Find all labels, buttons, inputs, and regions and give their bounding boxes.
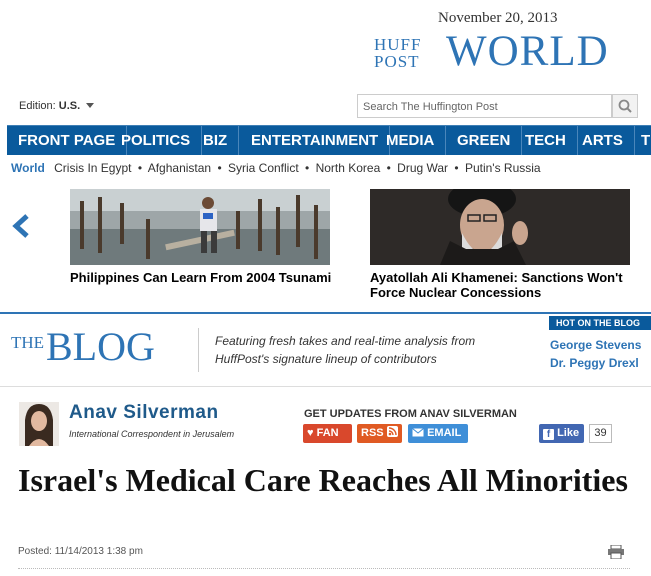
blog-logo-the[interactable]: THE xyxy=(11,333,44,353)
like-label: Like xyxy=(557,427,580,439)
email-label: EMAIL xyxy=(427,427,462,439)
brand-line-2: POST xyxy=(374,52,420,71)
hot-blog-link[interactable]: Dr. Peggy Drexl xyxy=(550,354,641,372)
nav-item-politics[interactable]: POLITICS xyxy=(110,126,203,155)
chevron-left-icon xyxy=(12,214,29,238)
subnav-current[interactable]: World xyxy=(11,161,45,175)
blog-logo[interactable]: BLOG xyxy=(46,326,155,368)
article-headline: Israel's Medical Care Reaches All Minori… xyxy=(18,462,628,498)
fan-label: FAN xyxy=(316,427,339,439)
rss-button[interactable]: RSS xyxy=(357,424,402,443)
nav-item-arts[interactable]: ARTS xyxy=(571,126,635,155)
story-photo[interactable] xyxy=(70,189,330,265)
subnav-separator: • xyxy=(137,161,143,175)
subnav-link-putin[interactable]: Putin's Russia xyxy=(465,161,541,175)
main-nav: FRONT PAGE POLITICS BIZ ENTERTAINMENT ME… xyxy=(7,125,651,155)
subnav-link-syria[interactable]: Syria Conflict xyxy=(228,161,299,175)
nav-item-truncated[interactable]: TI xyxy=(630,126,651,155)
huffpost-logo[interactable]: HUFF POST xyxy=(374,36,421,70)
edition-selector[interactable]: Edition: U.S. xyxy=(19,100,95,112)
rss-label: RSS xyxy=(361,427,384,439)
subnav-separator: • xyxy=(386,161,391,175)
search-placeholder: Search The Huffington Post xyxy=(363,101,498,113)
brand-line-1: HUFF xyxy=(374,35,422,54)
date: November 20, 2013 xyxy=(438,10,558,26)
hot-blog-link[interactable]: George Stevens xyxy=(550,336,641,354)
sub-nav: World Crisis In Egypt • Afghanistan • Sy… xyxy=(11,161,541,175)
blog-tagline: Featuring fresh takes and real-time anal… xyxy=(215,334,476,366)
search-button[interactable] xyxy=(612,94,638,118)
fan-button[interactable]: ♥ FAN xyxy=(303,424,352,443)
search-input[interactable]: Search The Huffington Post xyxy=(357,94,612,118)
nav-item-biz[interactable]: BIZ xyxy=(192,126,240,155)
search-icon xyxy=(618,99,632,113)
tsunami-photo xyxy=(70,189,330,265)
section-title[interactable]: WORLD xyxy=(446,28,609,76)
subnav-link-drug-war[interactable]: Drug War xyxy=(397,161,448,175)
facebook-icon: f xyxy=(543,429,554,440)
khamenei-photo xyxy=(370,189,630,265)
nav-item-media[interactable]: MEDIA xyxy=(375,126,447,155)
subnav-separator: • xyxy=(217,161,222,175)
like-count: 39 xyxy=(589,424,612,443)
nav-item-tech[interactable]: TECH xyxy=(514,126,578,155)
story-caption[interactable]: Ayatollah Ali Khamenei: Sanctions Won't … xyxy=(370,270,640,300)
divider xyxy=(18,568,630,569)
rss-icon xyxy=(386,426,398,437)
story-photo[interactable] xyxy=(370,189,630,265)
subnav-separator: • xyxy=(305,161,310,175)
author-photo xyxy=(19,402,59,446)
author-title: International Correspondent in Jerusalem xyxy=(69,429,235,439)
subnav-link-egypt[interactable]: Crisis In Egypt xyxy=(54,161,131,175)
posted-timestamp: Posted: 11/14/2013 1:38 pm xyxy=(18,546,143,557)
edition-label: Edition: xyxy=(19,100,56,112)
subnav-separator: • xyxy=(454,161,459,175)
email-button[interactable]: EMAIL xyxy=(408,424,468,443)
story-caption[interactable]: Philippines Can Learn From 2004 Tsunami xyxy=(70,270,332,285)
facebook-like-button[interactable]: f Like xyxy=(539,424,584,443)
caret-down-icon xyxy=(86,103,95,108)
hot-on-blog-list: George Stevens Dr. Peggy Drexl xyxy=(550,336,641,372)
nav-item-entertainment[interactable]: ENTERTAINMENT xyxy=(240,126,391,155)
carousel-prev-button[interactable] xyxy=(10,213,32,244)
edition-value: U.S. xyxy=(58,100,81,112)
avatar[interactable] xyxy=(19,402,59,446)
nav-item-green[interactable]: GREEN xyxy=(446,126,523,155)
print-icon xyxy=(608,544,624,560)
hot-on-blog-label: HOT ON THE BLOG xyxy=(549,316,651,330)
subnav-link-north-korea[interactable]: North Korea xyxy=(316,161,381,175)
email-icon xyxy=(412,428,424,437)
author-name[interactable]: Anav Silverman xyxy=(69,402,219,424)
subnav-link-afghanistan[interactable]: Afghanistan xyxy=(148,161,211,175)
divider xyxy=(198,328,199,372)
get-updates-label: GET UPDATES FROM ANAV SILVERMAN xyxy=(304,408,517,420)
heart-icon: ♥ xyxy=(307,427,314,439)
print-button[interactable] xyxy=(607,544,625,564)
